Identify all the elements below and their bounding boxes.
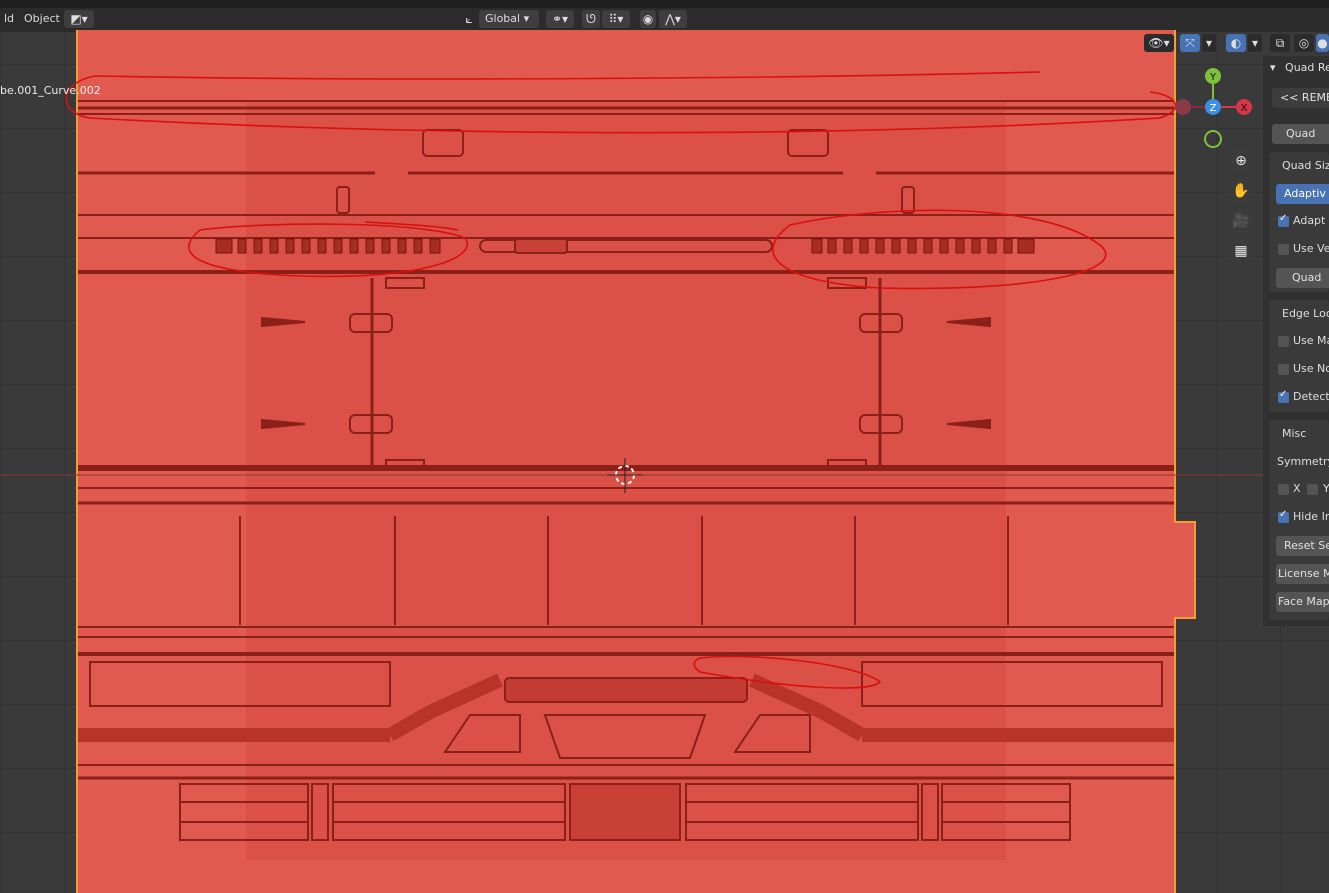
gizmo-dropdown-icon[interactable]: ▾ bbox=[1202, 34, 1216, 52]
adapt-quad-label: Adapt Q bbox=[1293, 214, 1329, 227]
edge-loops-label: Edge Loo bbox=[1282, 307, 1329, 320]
use-vert-checkbox[interactable] bbox=[1278, 244, 1289, 255]
quad-size-label: Quad Size bbox=[1282, 159, 1329, 172]
navigation-gizmo[interactable]: Y X Z bbox=[1170, 62, 1260, 152]
use-vert-label: Use Ve bbox=[1293, 242, 1329, 255]
detect-checkbox[interactable] bbox=[1278, 389, 1289, 403]
gizmo-y-label: Y bbox=[1209, 72, 1217, 83]
detect-label: Detect bbox=[1293, 390, 1329, 403]
panel-header[interactable]: ▾ Quad Re bbox=[1270, 58, 1329, 78]
solid-shading-icon[interactable]: ● bbox=[1316, 34, 1329, 52]
symmetry-x-label: X bbox=[1293, 482, 1301, 495]
gizmo-toggle-icon[interactable]: ⤧ bbox=[1180, 34, 1200, 52]
gizmo-x-label: X bbox=[1241, 103, 1248, 114]
remesh-button[interactable]: << REMES bbox=[1272, 88, 1329, 108]
symmetry-label: Symmetry bbox=[1277, 455, 1329, 468]
wireframe-shading-icon[interactable]: ◎ bbox=[1294, 34, 1314, 52]
mesh-detail-overlay bbox=[0, 71, 1329, 860]
use-normals-label: Use No bbox=[1293, 362, 1329, 375]
use-normals-checkbox[interactable] bbox=[1278, 364, 1289, 375]
object-name-label: be.001_Curve.002 bbox=[0, 84, 101, 97]
grid-icon[interactable]: ▦ bbox=[1228, 238, 1254, 264]
gizmo-neg-x-axis bbox=[1175, 99, 1191, 115]
misc-label: Misc bbox=[1282, 427, 1307, 440]
use-materials-checkbox[interactable] bbox=[1278, 336, 1289, 347]
symmetry-y-checkbox[interactable] bbox=[1307, 484, 1318, 495]
hide-input-checkbox[interactable] bbox=[1278, 509, 1289, 523]
adaptive-button[interactable]: Adaptiv bbox=[1276, 184, 1329, 204]
hand-pan-icon[interactable]: ✋ bbox=[1228, 178, 1254, 204]
use-materials-label: Use Ma bbox=[1293, 334, 1329, 347]
adapt-quad-checkbox[interactable] bbox=[1278, 213, 1289, 227]
camera-icon[interactable]: 🎥 bbox=[1228, 208, 1254, 234]
mode-quad-button[interactable]: Quad bbox=[1272, 124, 1329, 144]
xray-icon[interactable]: ⧉ bbox=[1270, 34, 1290, 52]
quad-button-secondary[interactable]: Quad bbox=[1276, 268, 1329, 288]
overlays-toggle-icon[interactable]: ◐ bbox=[1226, 34, 1246, 52]
overlays-dropdown-icon[interactable]: ▾ bbox=[1248, 34, 1262, 52]
symmetry-x-checkbox[interactable] bbox=[1278, 484, 1289, 495]
license-manager-button[interactable]: License M bbox=[1276, 564, 1329, 584]
gizmo-z-label: Z bbox=[1210, 103, 1217, 114]
visibility-icon[interactable]: 👁▾ bbox=[1144, 34, 1174, 52]
symmetry-y-label: Y bbox=[1323, 482, 1329, 495]
gizmo-neg-y-axis bbox=[1204, 130, 1222, 148]
hide-input-label: Hide In bbox=[1293, 510, 1329, 523]
panel-title: Quad Re bbox=[1285, 61, 1329, 74]
zoom-icon[interactable]: ⊕ bbox=[1228, 148, 1254, 174]
reset-settings-button[interactable]: Reset Se bbox=[1276, 536, 1329, 556]
face-maps-button[interactable]: Face Maps bbox=[1276, 592, 1329, 612]
panel-collapse-icon: ▾ bbox=[1270, 61, 1276, 74]
